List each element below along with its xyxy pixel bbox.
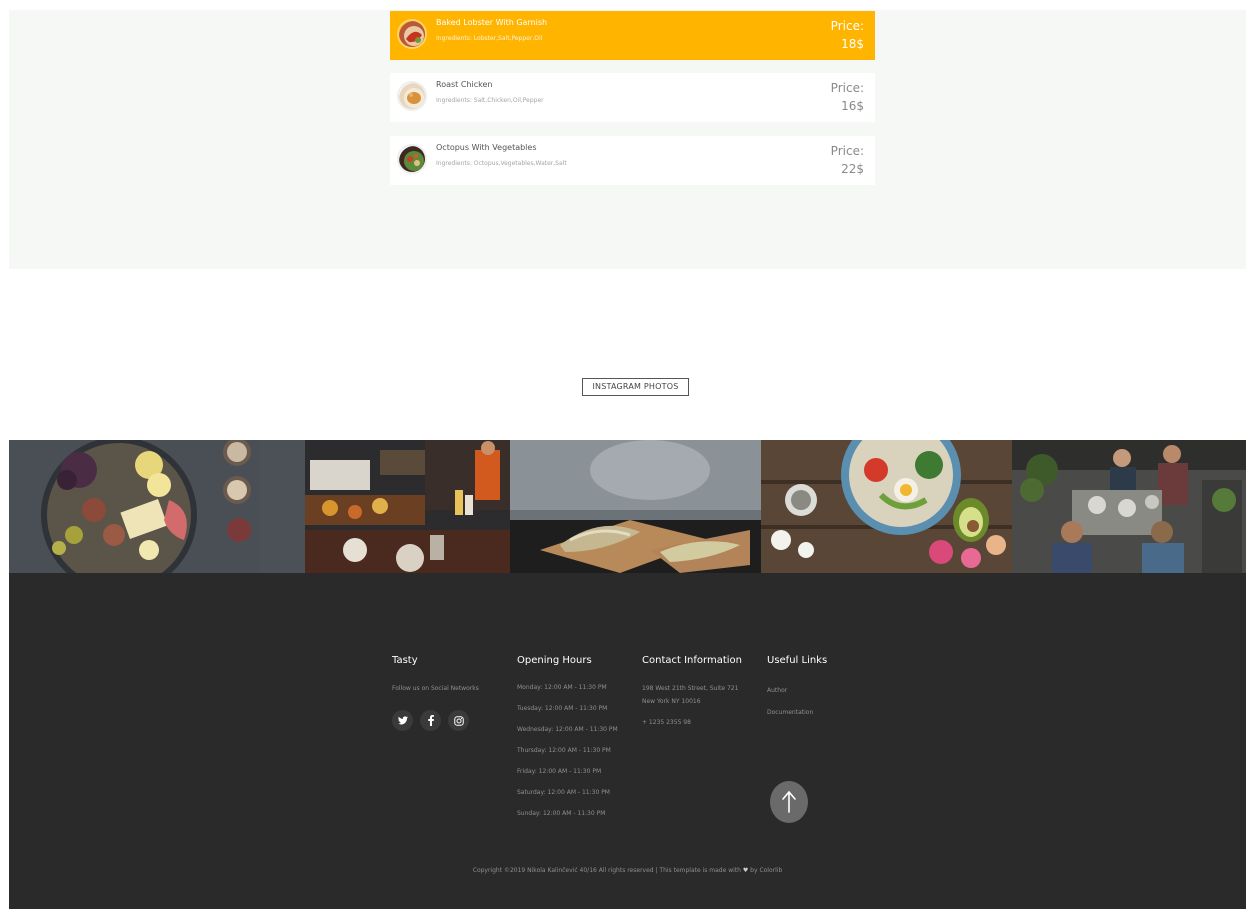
menu-item-octopus[interactable]: Octopus With Vegetables Ingredients: Oct… bbox=[390, 136, 875, 185]
contact-phone: + 1235 2355 98 bbox=[642, 719, 691, 726]
price-label: Price: bbox=[830, 19, 864, 33]
twitter-icon[interactable] bbox=[392, 710, 413, 731]
opening-hours-item: Wednesday: 12:00 AM - 11:30 PM bbox=[517, 726, 618, 733]
colorlib-link[interactable]: by Colorlib bbox=[750, 867, 782, 874]
opening-hours-item: Friday: 12:00 AM - 11:30 PM bbox=[517, 768, 602, 775]
useful-links-list: Author Documentation bbox=[767, 686, 827, 730]
opening-hours-item: Monday: 12:00 AM - 11:30 PM bbox=[517, 684, 607, 691]
dish-price: 18$ bbox=[841, 37, 864, 51]
dish-ingredients: Ingredients: Salt,Chicken,Oil,Pepper bbox=[436, 97, 544, 104]
opening-hours-item: Sunday: 12:00 AM - 11:30 PM bbox=[517, 810, 606, 817]
footer-links-title: Useful Links bbox=[767, 655, 828, 666]
instagram-photo[interactable] bbox=[260, 440, 510, 573]
opening-hours-item: Saturday: 12:00 AM - 11:30 PM bbox=[517, 789, 610, 796]
footer: Tasty Follow us on Social Networks Openi… bbox=[9, 573, 1246, 909]
footer-brand-title: Tasty bbox=[392, 655, 418, 666]
footer-link-author[interactable]: Author bbox=[767, 686, 827, 708]
facebook-icon[interactable] bbox=[420, 710, 441, 731]
contact-address-line1: 198 West 21th Street, Suite 721 bbox=[642, 685, 739, 692]
footer-contact-column: Contact Information 198 West 21th Street… bbox=[642, 655, 742, 726]
instagram-photo[interactable] bbox=[761, 440, 1012, 573]
arrow-up-icon bbox=[782, 790, 796, 813]
dish-name: Baked Lobster With Garnish bbox=[436, 18, 548, 27]
contact-address-line2: New York NY 10016 bbox=[642, 698, 701, 705]
dish-name: Octopus With Vegetables bbox=[436, 143, 537, 152]
copyright: Copyright ©2019 Nikola Kalinčević 40/16 … bbox=[9, 867, 1246, 874]
dish-thumbnail bbox=[397, 81, 427, 111]
instagram-icon[interactable] bbox=[448, 710, 469, 731]
dish-ingredients: Ingredients: Lobster,Salt,Pepper,Oil bbox=[436, 35, 543, 42]
copyright-text: Copyright ©2019 Nikola Kalinčević 40/16 … bbox=[472, 867, 741, 874]
opening-hours-list: Monday: 12:00 AM - 11:30 PM Tuesday: 12:… bbox=[517, 683, 618, 830]
footer-hours-column: Opening Hours Monday: 12:00 AM - 11:30 P… bbox=[517, 655, 618, 830]
instagram-gallery bbox=[9, 440, 1246, 573]
heart-icon: ♥ bbox=[742, 867, 749, 874]
footer-links-column: Useful Links Author Documentation bbox=[767, 655, 827, 730]
instagram-photo[interactable] bbox=[1012, 440, 1246, 573]
menu-item-roast-chicken[interactable]: Roast Chicken Ingredients: Salt,Chicken,… bbox=[390, 73, 875, 122]
footer-hours-title: Opening Hours bbox=[517, 655, 592, 666]
dish-name: Roast Chicken bbox=[436, 80, 493, 89]
dish-price: 22$ bbox=[841, 162, 864, 176]
instagram-photo[interactable] bbox=[9, 440, 260, 573]
instagram-heading: INSTAGRAM PHOTOS bbox=[582, 378, 689, 396]
footer-follow-text: Follow us on Social Networks bbox=[392, 685, 479, 692]
price-label: Price: bbox=[830, 144, 864, 158]
menu-section: Baked Lobster With Garnish Ingredients: … bbox=[9, 10, 1246, 269]
dish-ingredients: Ingredients: Octopus,Vegetables,Water,Sa… bbox=[436, 160, 567, 167]
page: Baked Lobster With Garnish Ingredients: … bbox=[0, 0, 1246, 909]
footer-link-documentation[interactable]: Documentation bbox=[767, 708, 827, 730]
opening-hours-item: Thursday: 12:00 AM - 11:30 PM bbox=[517, 747, 611, 754]
social-links bbox=[392, 710, 469, 731]
price-label: Price: bbox=[830, 81, 864, 95]
menu-item-baked-lobster[interactable]: Baked Lobster With Garnish Ingredients: … bbox=[390, 11, 875, 60]
instagram-photo[interactable] bbox=[510, 440, 761, 573]
back-to-top-button[interactable] bbox=[770, 781, 808, 823]
dish-thumbnail bbox=[397, 144, 427, 174]
footer-contact-title: Contact Information bbox=[642, 655, 742, 666]
opening-hours-item: Tuesday: 12:00 AM - 11:30 PM bbox=[517, 705, 608, 712]
dish-price: 16$ bbox=[841, 99, 864, 113]
footer-brand-column: Tasty Follow us on Social Networks bbox=[392, 655, 479, 731]
dish-thumbnail bbox=[397, 19, 427, 49]
